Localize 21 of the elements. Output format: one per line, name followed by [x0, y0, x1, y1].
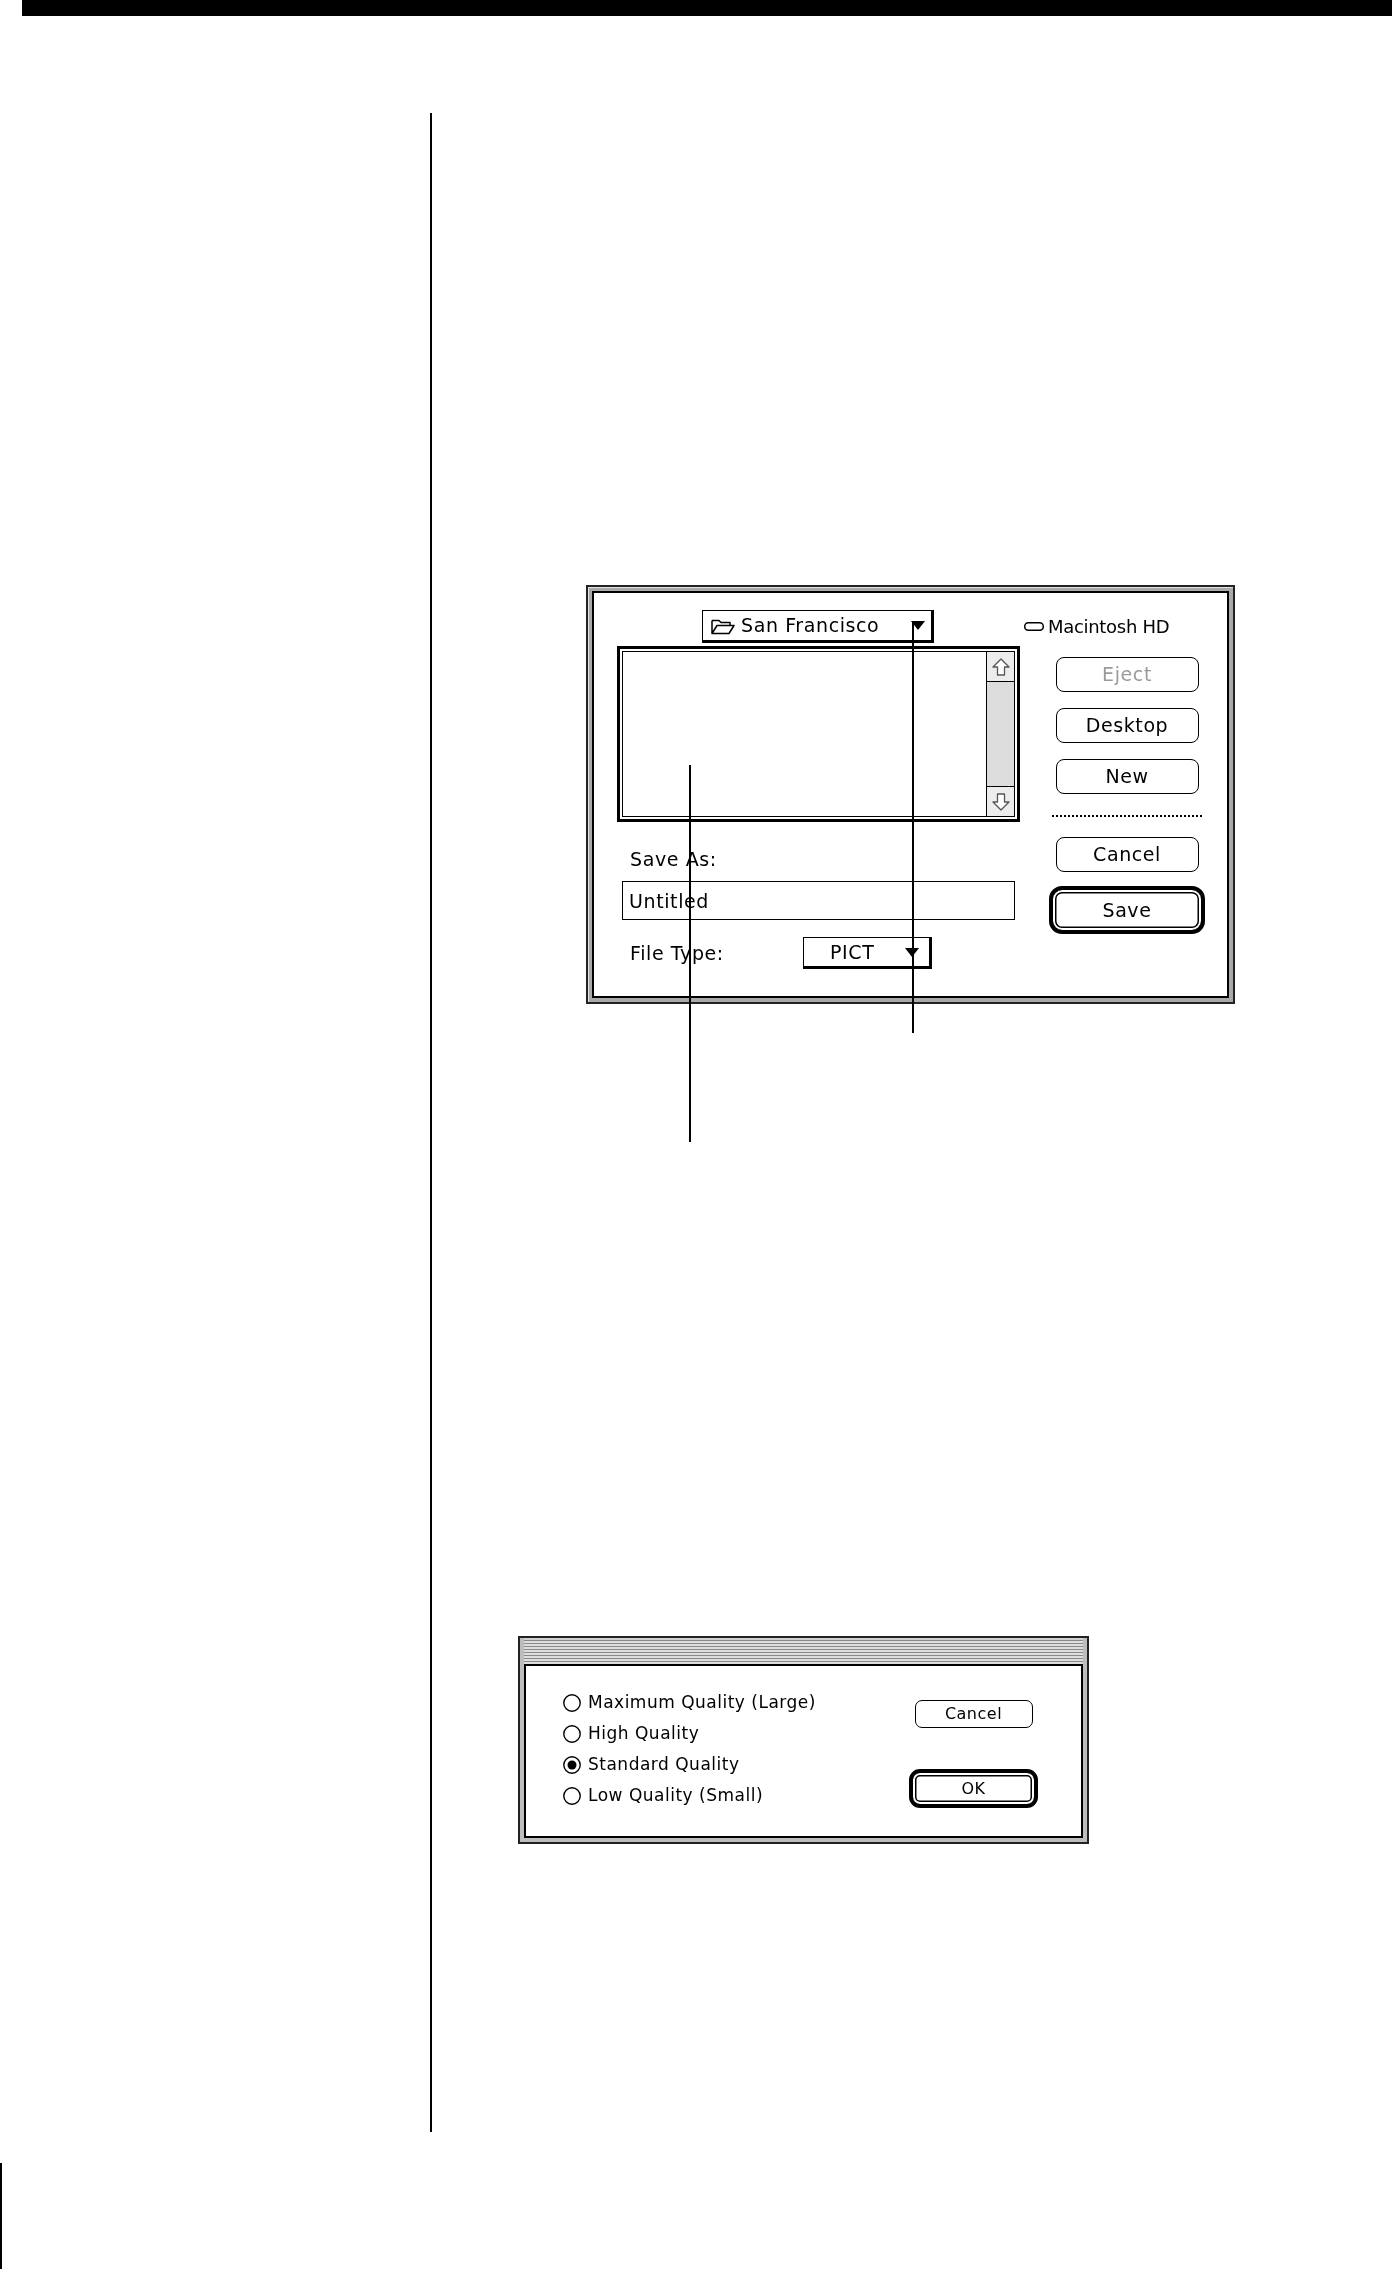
- file-type-dropdown[interactable]: PICT: [803, 937, 932, 969]
- scroll-down-button[interactable]: [987, 786, 1014, 816]
- up-arrow-icon: [991, 657, 1010, 676]
- cancel-button[interactable]: Cancel: [914, 1700, 1033, 1728]
- file-list[interactable]: [617, 646, 1020, 822]
- scrollbar[interactable]: [986, 652, 1014, 816]
- ok-button[interactable]: OK: [909, 1769, 1038, 1808]
- radio-option[interactable]: Standard Quality: [563, 1749, 816, 1780]
- caret-icon: [911, 621, 925, 630]
- down-arrow-icon: [991, 792, 1010, 811]
- desktop-button[interactable]: Desktop: [1055, 708, 1199, 743]
- save-button[interactable]: Save: [1049, 886, 1205, 934]
- disk-label: Macintosh HD: [1048, 615, 1170, 638]
- folder-dropdown[interactable]: San Francisco: [702, 610, 934, 643]
- scroll-up-button[interactable]: [987, 652, 1014, 682]
- new-button[interactable]: New: [1055, 759, 1199, 794]
- radio-option[interactable]: Maximum Quality (Large): [563, 1687, 816, 1718]
- drive-icon: [1024, 622, 1044, 631]
- radio-option[interactable]: Low Quality (Small): [563, 1780, 816, 1811]
- radio-option[interactable]: High Quality: [563, 1718, 816, 1749]
- cancel-button[interactable]: Cancel: [1055, 837, 1199, 872]
